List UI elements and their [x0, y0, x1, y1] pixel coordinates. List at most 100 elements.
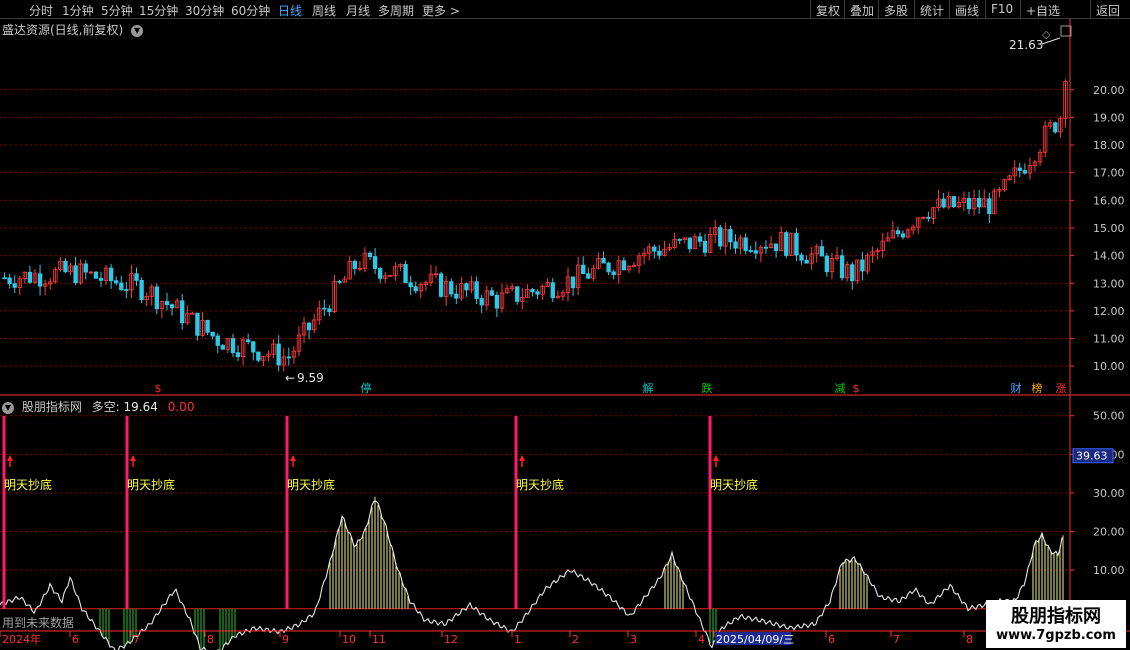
candle-body [246, 339, 251, 343]
indicator-tick-label: 10.00 [1093, 564, 1125, 577]
candle-body [180, 300, 185, 324]
indicator-bars [99, 496, 1064, 650]
event-mark: 财 [1011, 381, 1022, 395]
indicator-axis: 50.0040.0030.0020.0010.000.0039.63 [1070, 410, 1125, 616]
candle-body [839, 255, 845, 279]
date-label: 4 [698, 633, 705, 646]
indicator-tick-label: 50.00 [1093, 410, 1125, 423]
candle-body [1022, 170, 1028, 174]
candle-body [1017, 167, 1022, 171]
candle-body [454, 293, 459, 299]
candle-body [773, 243, 779, 252]
candle-body [169, 304, 175, 309]
signal-label: 明天抄底 [287, 477, 335, 492]
candle-body [611, 271, 616, 275]
candlestick-series [2, 79, 1068, 372]
candle-body [413, 286, 418, 292]
candle-body [687, 237, 693, 250]
candle-body [27, 271, 33, 283]
candle-body [941, 198, 946, 208]
date-label: 6 [828, 633, 835, 646]
candle-body [951, 196, 956, 208]
candle-body [139, 280, 144, 300]
price-tick-label: 20.00 [1093, 84, 1125, 97]
candle-body [850, 264, 855, 282]
date-label: 2024年 [2, 632, 41, 646]
current-value-label: 39.63 [1076, 450, 1108, 463]
candle-body [900, 233, 906, 238]
candle-body [535, 291, 540, 295]
event-mark: 停 [361, 381, 372, 395]
candle-body [479, 298, 484, 306]
candle-body [337, 280, 342, 283]
date-label: 8 [207, 633, 214, 646]
chart-frame [0, 19, 1130, 631]
candle-body [763, 246, 769, 249]
candle-body [195, 312, 200, 336]
candle-body [966, 197, 972, 210]
price-tick-label: 17.00 [1093, 167, 1125, 180]
candle-body [657, 250, 662, 256]
main-grid [0, 89, 1070, 367]
candle-body [98, 277, 104, 281]
candle-body [251, 341, 256, 353]
candle-body [743, 237, 748, 251]
candle-body [352, 260, 357, 269]
date-label: 12 [444, 633, 458, 646]
candle-body [784, 232, 789, 256]
date-label: 10 [342, 633, 356, 646]
candle-body [581, 264, 586, 275]
candle-body [753, 250, 758, 254]
candle-body [570, 276, 576, 289]
price-chart: 20.0019.0018.0017.0016.0015.0014.0013.00… [0, 19, 1130, 650]
candle-body [205, 319, 210, 333]
candle-body [230, 338, 236, 354]
candle-body [515, 286, 520, 302]
indicator-curve [0, 500, 1063, 650]
candle-body [306, 322, 312, 331]
candle-body [2, 277, 7, 280]
price-axis: 20.00 19.00 18.00 17.00 16.00 15.00 14.00 13.00… [1070, 84, 1125, 373]
candle-body [12, 283, 17, 288]
event-mark: 榜 [1032, 381, 1043, 395]
candle-body [322, 307, 327, 310]
candle-body [652, 246, 657, 252]
candle-body [83, 263, 88, 273]
candle-body [256, 351, 261, 361]
diamond-icon[interactable]: ◇ [1042, 28, 1051, 41]
candle-body [63, 260, 68, 273]
indicator-name: 股朋指标网 [21, 400, 82, 414]
candle-body [220, 345, 225, 350]
candle-body [408, 282, 413, 288]
candle-body [550, 282, 555, 299]
indicator-tick-label: 30.00 [1093, 487, 1125, 500]
candle-body [987, 198, 992, 214]
price-tick-label: 14.00 [1093, 250, 1125, 263]
candle-body [124, 289, 129, 291]
candle-body [464, 283, 469, 291]
site-watermark: 股朋指标网 www.7gpzb.com [986, 600, 1126, 648]
date-label: 1 [514, 633, 521, 646]
low-arrow-icon: ← [285, 371, 295, 385]
signal-label: 明天抄底 [4, 477, 52, 492]
candle-body [697, 236, 703, 242]
candle-body [403, 264, 408, 284]
candle-body [286, 356, 291, 359]
candle-body [728, 229, 733, 243]
indicator-label: 多空: [91, 400, 120, 414]
event-mark: 跌 [702, 381, 713, 395]
candle-body [794, 233, 799, 256]
candle-body [976, 198, 982, 208]
candle-body [235, 352, 241, 357]
chevron-down-icon[interactable]: ▼ [2, 401, 14, 414]
price-tick-label: 16.00 [1093, 194, 1125, 207]
candle-body [164, 301, 170, 306]
date-label: 7 [893, 633, 900, 646]
date-label: 9 [282, 633, 289, 646]
signal-label: 明天抄底 [710, 477, 758, 492]
candle-body [108, 267, 114, 282]
candle-body [134, 273, 139, 281]
date-label: 2 [572, 633, 579, 646]
candle-body [119, 282, 124, 290]
candle-body [702, 241, 708, 253]
